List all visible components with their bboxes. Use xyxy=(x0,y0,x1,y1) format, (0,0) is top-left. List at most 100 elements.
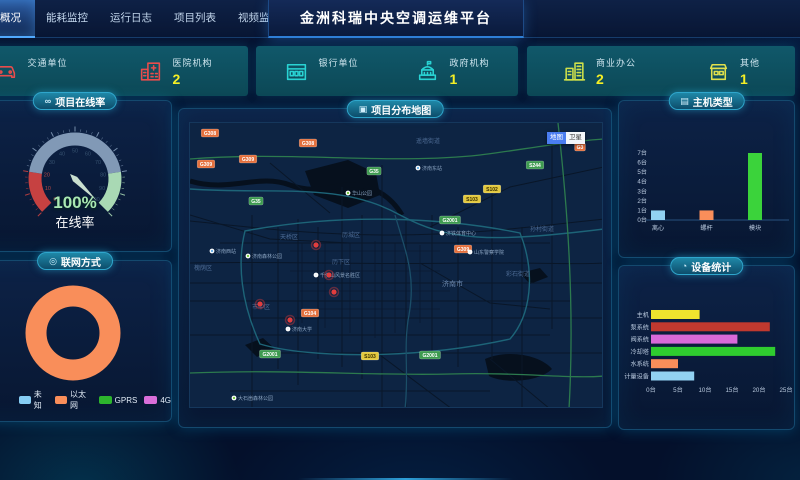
svg-text:G2001: G2001 xyxy=(442,218,457,224)
svg-text:G2001: G2001 xyxy=(262,352,277,358)
road-badge: G3 xyxy=(575,143,586,151)
tab-project-list[interactable]: 项目列表 xyxy=(163,0,227,38)
app-title: 金洲科瑞中央空调运维平台 xyxy=(300,8,492,28)
category-label: 计量设备 xyxy=(624,373,650,381)
bar xyxy=(651,322,770,331)
svg-text:G35: G35 xyxy=(251,199,261,205)
svg-text:G35: G35 xyxy=(369,169,379,175)
tab-overview[interactable]: 概况 xyxy=(0,0,35,38)
category-label: 模块 xyxy=(749,224,761,232)
satellite-button[interactable]: 卫星 xyxy=(566,132,585,144)
axis-tick-label: 25台 xyxy=(779,386,792,394)
road-badge: G2001 xyxy=(420,351,441,359)
category-label: 水系统 xyxy=(630,360,649,368)
device-stats-chart: 主机泵系统阀系统冷却塔水系统计量设备0台5台10台15台20台25台 xyxy=(619,266,796,431)
stat-item-office[interactable]: 商业办公 2 xyxy=(562,56,636,87)
road-badge: S244 xyxy=(526,161,544,169)
svg-text:G309: G309 xyxy=(242,157,254,163)
panel-online-rate-header: ∞ 项目在线率 xyxy=(33,92,117,110)
gauge-tick-label: 10 xyxy=(45,186,51,192)
tab-run-log[interactable]: 运行日志 xyxy=(99,0,163,38)
stat-card-3[interactable]: 商业办公 2 其他 1 xyxy=(527,46,795,96)
panel-host-type: ▤ 主机类型 0台1台2台3台4台5台6台7台离心螺杆模块 xyxy=(618,100,795,258)
gauge-tick-label: 20 xyxy=(44,173,50,179)
gauge-value: 100% xyxy=(25,193,125,213)
svg-text:G104: G104 xyxy=(304,311,316,317)
panel-title: 项目分布地图 xyxy=(371,102,431,117)
stat-item-other[interactable]: 其他 1 xyxy=(706,56,760,87)
category-label: 泵系统 xyxy=(630,323,649,331)
app-title-banner: 金洲科瑞中央空调运维平台 xyxy=(268,0,524,38)
axis-tick-label: 5台 xyxy=(637,168,647,176)
district-label: 槐荫区 xyxy=(194,264,212,272)
gauge-tick-label: 70 xyxy=(95,160,101,166)
legend-item-unknown[interactable]: 未知 xyxy=(19,389,48,411)
axis-tick-label: 4台 xyxy=(637,178,647,186)
donut-legend: 未知 以太网 GPRS 4G xyxy=(19,389,171,411)
stat-item-government[interactable]: 政府机构 1 xyxy=(415,56,489,87)
legend-label: 未知 xyxy=(34,389,48,411)
svg-text:G309: G309 xyxy=(200,162,212,168)
district-label: 济南市 xyxy=(442,279,463,288)
legend-item-4g[interactable]: 4G xyxy=(144,396,171,405)
legend-item-gprs[interactable]: GPRS xyxy=(99,396,138,405)
svg-text:S102: S102 xyxy=(486,187,498,193)
legend-item-ethernet[interactable]: 以太网 xyxy=(55,389,91,411)
stat-label: 政府机构 xyxy=(449,56,489,69)
gauge-tick-label: 50 xyxy=(72,149,78,155)
stat-item-hospital[interactable]: 医院机构 2 xyxy=(138,56,212,87)
panel-network: ◎ 联网方式 未知 以太网 GPRS 4G xyxy=(0,260,172,422)
bar xyxy=(651,210,665,220)
tab-energy-monitor[interactable]: 能耗监控 xyxy=(35,0,99,38)
legend-label: 以太网 xyxy=(70,389,92,411)
legend-chip xyxy=(19,396,31,404)
category-label: 主机 xyxy=(637,311,650,319)
poi-label: 济铁体育中心 xyxy=(446,230,476,237)
road-badge: S103 xyxy=(463,195,481,203)
axis-tick-label: 15台 xyxy=(725,386,738,394)
panel-device-stats: ◔ 设备统计 主机泵系统阀系统冷却塔水系统计量设备0台5台10台15台20台25… xyxy=(618,265,795,430)
map-canvas[interactable]: G308 G308 G309 G309 G35 G35 S244 S102 S103 G2001 G… xyxy=(189,122,603,408)
bar xyxy=(651,372,694,381)
poi-marker: 千佛山风景名胜区 xyxy=(314,272,360,279)
donut-slice xyxy=(36,296,110,370)
axis-tick-label: 10台 xyxy=(698,386,711,394)
stat-item-bank[interactable]: 银行单位 xyxy=(284,56,358,86)
category-label: 冷却塔 xyxy=(630,348,649,356)
axis-tick-label: 6台 xyxy=(637,159,647,167)
svg-text:S103: S103 xyxy=(466,197,478,203)
host-type-chart: 0台1台2台3台4台5台6台7台离心螺杆模块 xyxy=(619,101,796,259)
gauge-tick-label: 40 xyxy=(59,152,65,158)
panel-network-header: ◎ 联网方式 xyxy=(37,252,113,270)
panel-online-rate: ∞ 项目在线率 0102030405060708090100 100% 在线率 xyxy=(0,100,172,252)
axis-tick-label: 20台 xyxy=(752,386,765,394)
panel-title: 联网方式 xyxy=(61,254,101,269)
map-icon: ▣ xyxy=(359,105,368,114)
stat-item-transport[interactable]: 交通单位 xyxy=(0,56,68,86)
panel-title: 主机类型 xyxy=(693,94,733,109)
axis-tick-label: 7台 xyxy=(637,149,647,157)
road-badge: G2001 xyxy=(440,216,461,224)
stat-card-1[interactable]: 交通单位 医院机构 2 xyxy=(0,46,248,96)
stat-card-2[interactable]: 银行单位 政府机构 1 xyxy=(256,46,518,96)
road-badge: G308 xyxy=(201,129,219,137)
road-badge: S102 xyxy=(483,185,501,193)
top-nav: 概况 能耗监控 运行日志 项目列表 视频监控 金洲科瑞中央空调运维平台 xyxy=(0,0,800,38)
district-label: 历下区 xyxy=(332,259,350,266)
poi-marker: 大石崮森林公园 xyxy=(232,395,273,402)
svg-text:G3: G3 xyxy=(577,145,584,151)
road-badge: G308 xyxy=(299,139,317,147)
map-image: G308 G308 G309 G309 G35 G35 S244 S102 S103 G2001 G… xyxy=(190,123,603,408)
bar xyxy=(651,359,678,368)
category-label: 螺杆 xyxy=(700,224,712,232)
poi-label: 济南西站 xyxy=(216,248,236,255)
panel-map-header: ▣ 项目分布地图 xyxy=(347,100,444,118)
stat-label: 交通单位 xyxy=(27,56,67,69)
gauge-chart: 0102030405060708090100 xyxy=(0,119,173,253)
stat-label: 其他 xyxy=(740,56,760,69)
stat-label: 商业办公 xyxy=(596,56,636,69)
panel-host-type-header: ▤ 主机类型 xyxy=(668,92,745,110)
bar xyxy=(651,347,775,356)
link-icon: ∞ xyxy=(45,97,51,106)
map-button[interactable]: 地图 xyxy=(547,132,566,144)
